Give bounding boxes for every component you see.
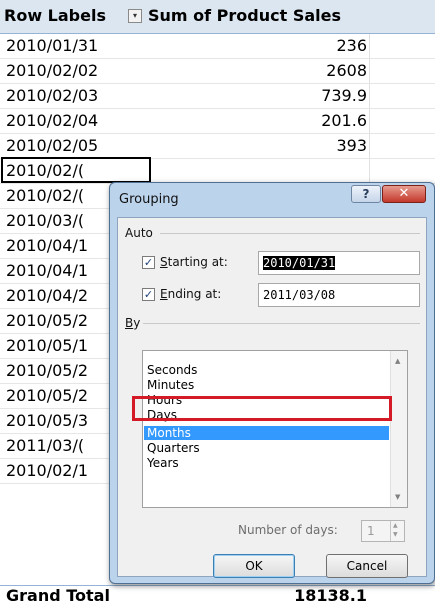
row-labels-header[interactable]: Row Labels: [4, 6, 106, 25]
number-of-days-value: 1: [367, 524, 375, 538]
table-row[interactable]: 2010/01/31 236: [0, 34, 435, 59]
row-label: 2010/05/1: [6, 336, 89, 355]
row-value: 2608: [326, 61, 367, 80]
starting-at-checkbox[interactable]: ✓: [142, 256, 155, 269]
auto-group-label: Auto: [125, 226, 153, 240]
by-listbox-scrollbar[interactable]: ▲ ▼: [390, 351, 407, 507]
pivot-header-row: Row Labels ▾ Sum of Product Sales: [0, 0, 435, 34]
ending-at-value: 2011/03/08: [263, 288, 336, 302]
scroll-down-arrow-icon[interactable]: ▼: [395, 493, 400, 501]
ending-at-checkbox[interactable]: ✓: [142, 288, 155, 301]
option-years[interactable]: Years: [144, 456, 389, 470]
starting-at-input[interactable]: 2010/01/31: [258, 251, 420, 275]
stepper-buttons: ▲ ▼: [390, 521, 404, 541]
grand-total-label: Grand Total: [6, 586, 110, 605]
row-label: 2010/05/2: [6, 386, 89, 405]
row-label: 2010/02/(: [6, 186, 85, 205]
table-row[interactable]: 2010/02/04 201.6: [0, 109, 435, 134]
ok-button[interactable]: OK: [213, 554, 295, 578]
sum-of-product-sales-header[interactable]: Sum of Product Sales: [148, 6, 341, 25]
row-label: 2010/02/03: [6, 86, 99, 105]
row-value: 201.6: [321, 111, 367, 130]
empty-cell[interactable]: [369, 134, 435, 158]
row-value: 393: [336, 136, 367, 155]
starting-at-value: 2010/01/31: [263, 256, 336, 270]
stepper-down-icon[interactable]: ▼: [393, 531, 398, 538]
dialog-title: Grouping: [119, 192, 179, 207]
row-label: 2010/02/05: [6, 136, 99, 155]
row-label: 2010/02/02: [6, 61, 99, 80]
row-label: 2010/05/2: [6, 311, 89, 330]
dialog-titlebar[interactable]: Grouping ? ✕: [110, 183, 434, 215]
starting-at-label: Starting at:: [160, 255, 228, 269]
row-label: 2011/03/(: [6, 436, 85, 455]
row-label: 2010/04/2: [6, 286, 89, 305]
ending-at-label: Ending at:: [160, 287, 222, 301]
by-group-divider: [143, 323, 420, 324]
row-label: 2010/03/(: [6, 211, 85, 230]
row-value: 739.9: [321, 86, 367, 105]
option-quarters[interactable]: Quarters: [144, 441, 389, 455]
table-row[interactable]: 2010/02/05 393: [0, 134, 435, 159]
months-highlight-box: [132, 396, 392, 421]
row-label: 2010/05/2: [6, 361, 89, 380]
row-label: 2010/01/31: [6, 36, 99, 55]
empty-cell[interactable]: [369, 59, 435, 83]
row-label: 2010/04/1: [6, 236, 89, 255]
ending-at-input[interactable]: 2011/03/08: [258, 283, 420, 307]
scroll-up-arrow-icon[interactable]: ▲: [395, 357, 400, 365]
option-seconds[interactable]: Seconds: [144, 363, 389, 377]
auto-group-divider: [160, 233, 420, 234]
row-label: 2010/02/1: [6, 461, 89, 480]
grouping-dialog: Grouping ? ✕ Auto ✓ Starting at: 2010/01…: [109, 182, 435, 584]
cancel-button[interactable]: Cancel: [326, 554, 408, 578]
row-label: 2010/04/1: [6, 261, 89, 280]
empty-cell[interactable]: [369, 34, 435, 58]
grand-total-value: 18138.1: [294, 586, 367, 605]
close-button[interactable]: ✕: [382, 185, 426, 203]
row-label: 2010/05/3: [6, 411, 89, 430]
option-minutes[interactable]: Minutes: [144, 378, 389, 392]
empty-cell[interactable]: [369, 84, 435, 108]
option-months[interactable]: Months: [144, 426, 389, 440]
by-listbox[interactable]: Seconds Minutes Hours Days Months Quarters Yea…: [142, 350, 408, 508]
empty-cell[interactable]: [369, 109, 435, 133]
number-of-days-label: Number of days:: [238, 523, 338, 537]
row-labels-filter-button[interactable]: ▾: [128, 9, 142, 23]
help-button[interactable]: ?: [351, 185, 381, 203]
by-group-label: By: [125, 316, 141, 330]
empty-cell[interactable]: [369, 159, 435, 183]
active-cell-selection: [1, 157, 151, 183]
row-label: 2010/02/04: [6, 111, 99, 130]
stepper-up-icon[interactable]: ▲: [393, 522, 398, 529]
row-value: 236: [336, 36, 367, 55]
table-row[interactable]: 2010/02/02 2608: [0, 59, 435, 84]
table-row[interactable]: 2010/02/03 739.9: [0, 84, 435, 109]
grand-total-row[interactable]: Grand Total 18138.1: [0, 585, 435, 606]
number-of-days-stepper[interactable]: 1 ▲ ▼: [361, 520, 405, 542]
